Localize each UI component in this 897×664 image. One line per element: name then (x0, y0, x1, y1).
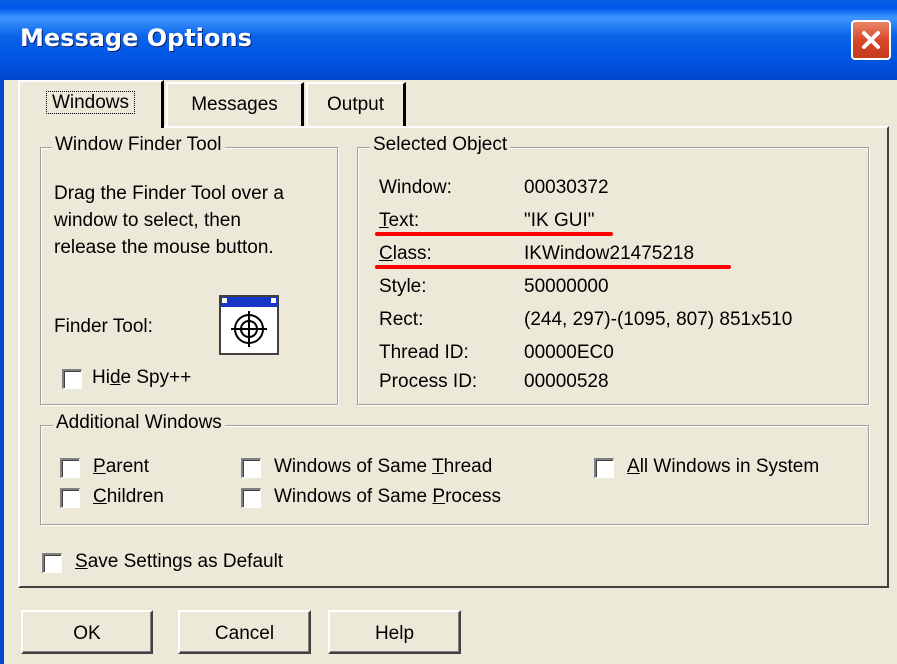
finder-tool-label: Finder Tool: (54, 316, 153, 337)
label-accelerator: P (432, 486, 446, 507)
hide-spy-label[interactable]: Hide Spy++ (92, 367, 191, 389)
additional-windows-label: Additional Windows (53, 412, 225, 434)
tab-windows[interactable]: Windows (18, 80, 164, 128)
label-part: Windows of Same (274, 486, 433, 507)
parent-label[interactable]: Parent (93, 456, 149, 478)
children-checkbox[interactable] (60, 488, 80, 508)
all-windows-label[interactable]: All Windows in System (627, 456, 819, 478)
label-accelerator: A (627, 456, 640, 477)
label-part: ext: (388, 210, 420, 231)
ok-button[interactable]: OK (21, 610, 153, 654)
label-part: hildren (106, 486, 164, 507)
finder-instructions: Drag the Finder Tool over a window to se… (54, 180, 284, 261)
process-id-value: 00000528 (524, 371, 609, 392)
style-label: Style: (379, 276, 427, 297)
annotation-underline (375, 232, 613, 236)
label-accelerator: d (109, 367, 121, 388)
label-accelerator: T (432, 456, 444, 477)
cancel-button[interactable]: Cancel (178, 610, 311, 654)
save-default-checkbox[interactable] (42, 553, 62, 573)
close-button[interactable] (851, 20, 891, 60)
finder-group-label: Window Finder Tool (52, 134, 225, 156)
instruction-line: Drag the Finder Tool over a (54, 183, 284, 204)
same-process-checkbox[interactable] (241, 488, 261, 508)
same-thread-checkbox[interactable] (241, 458, 261, 478)
label-part: ave Settings as Default (87, 551, 284, 572)
instruction-line: release the mouse button. (54, 237, 274, 258)
children-label[interactable]: Children (93, 486, 164, 508)
same-process-label[interactable]: Windows of Same Process (274, 486, 501, 508)
window-label: Window: (379, 177, 452, 198)
window-title: Message Options (20, 24, 252, 52)
help-button[interactable]: Help (328, 610, 461, 654)
hide-spy-checkbox[interactable] (62, 369, 82, 389)
window-frame (0, 80, 4, 664)
label-accelerator: P (93, 456, 106, 477)
tab-label: Output (326, 94, 385, 115)
process-id-label: Process ID: (379, 371, 478, 392)
tab-label: Messages (191, 94, 278, 115)
finder-tool-handle[interactable] (219, 295, 279, 355)
label-accelerator: C (379, 243, 393, 264)
instruction-line: window to select, then (54, 210, 241, 231)
label-part: Windows of Same (274, 456, 433, 477)
label-part: hread (443, 456, 493, 477)
selected-object-label: Selected Object (370, 134, 511, 156)
close-icon (862, 31, 880, 49)
thread-id-label: Thread ID: (379, 342, 469, 363)
rect-value: (244, 297)-(1095, 807) 851x510 (524, 309, 793, 330)
class-label: Class: (379, 243, 432, 265)
label-part: lass: (392, 243, 432, 264)
text-value: "IK GUI" (524, 210, 595, 231)
class-value: IKWindow21475218 (524, 243, 695, 264)
save-default-label[interactable]: Save Settings as Default (75, 551, 283, 573)
tab-label: Windows (45, 91, 136, 114)
label-accelerator: C (93, 486, 107, 507)
parent-checkbox[interactable] (60, 458, 80, 478)
all-windows-checkbox[interactable] (594, 458, 614, 478)
label-part: rocess (445, 486, 502, 507)
text-label: Text: (379, 210, 419, 232)
label-accelerator: S (75, 551, 88, 572)
label-accelerator: T (379, 210, 389, 231)
tab-output[interactable]: Output (306, 82, 406, 126)
rect-label: Rect: (379, 309, 424, 330)
label-part: Hi (92, 367, 110, 388)
same-thread-label[interactable]: Windows of Same Thread (274, 456, 492, 478)
annotation-underline (375, 265, 731, 269)
style-value: 50000000 (524, 276, 609, 297)
label-part: e Spy++ (120, 367, 192, 388)
window-value: 00030372 (524, 177, 609, 198)
label-part: ll Windows in System (639, 456, 820, 477)
tab-messages[interactable]: Messages (166, 82, 304, 126)
label-part: arent (105, 456, 149, 477)
crosshair-icon (221, 297, 277, 347)
thread-id-value: 00000EC0 (524, 342, 614, 363)
